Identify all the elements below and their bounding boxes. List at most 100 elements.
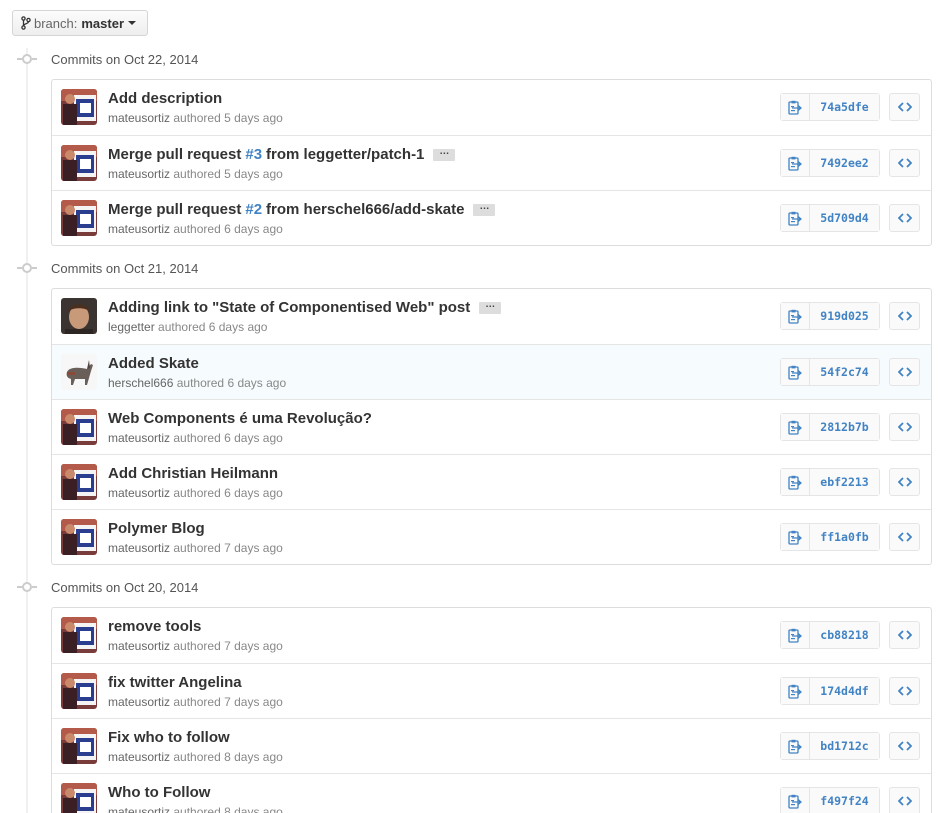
commit-row: Web Components é uma Revolução? mateusort… [52,399,931,454]
commit-author-link[interactable]: mateusortiz [108,639,170,653]
clipboard-icon[interactable] [781,303,810,329]
code-icon[interactable] [889,468,920,496]
commit-time: authored 6 days ago [173,431,283,445]
commit-message-link[interactable]: Add description [108,90,222,107]
code-icon[interactable] [889,149,920,177]
commit-meta: mateusortiz authored 7 days ago [108,695,283,709]
author-avatar[interactable] [61,409,97,445]
code-icon[interactable] [889,413,920,441]
commit-author-link[interactable]: mateusortiz [108,111,170,125]
commit-time: authored 7 days ago [173,639,283,653]
code-icon[interactable] [889,523,920,551]
commit-message-link[interactable]: from herschel666/add-skate [266,201,464,218]
commit-author-link[interactable]: mateusortiz [108,750,170,764]
clipboard-icon[interactable] [781,678,810,704]
commit-message-link[interactable]: Web Components é uma Revolução? [108,410,372,427]
code-icon[interactable] [889,621,920,649]
clipboard-icon[interactable] [781,788,810,813]
clipboard-icon[interactable] [781,94,810,120]
commit-author-link[interactable]: mateusortiz [108,222,170,236]
commit-author-link[interactable]: herschel666 [108,376,173,390]
commit-sha-link[interactable]: 2812b7b [810,414,879,440]
commit-author-link[interactable]: mateusortiz [108,486,170,500]
commit-author-link[interactable]: mateusortiz [108,805,170,813]
commit-time: authored 5 days ago [173,111,283,125]
sha-button-group: 54f2c74 [780,358,880,386]
code-icon[interactable] [889,204,920,232]
commit-message-link[interactable]: Fix who to follow [108,729,230,746]
code-icon[interactable] [889,358,920,386]
commit-sha-link[interactable]: ebf2213 [810,469,879,495]
clipboard-icon[interactable] [781,622,810,648]
commit-author-link[interactable]: mateusortiz [108,431,170,445]
commit-message-link[interactable]: Who to Follow [108,784,210,801]
clipboard-icon[interactable] [781,469,810,495]
commit-row: Polymer Blog mateusortiz authored 7 days … [52,509,931,564]
commit-sha-link[interactable]: 74a5dfe [810,94,879,120]
commit-message-link[interactable]: Merge pull request [108,201,241,218]
commit-sha-link[interactable]: 54f2c74 [810,359,879,385]
sha-button-group: ebf2213 [780,468,880,496]
commit-message-link[interactable]: Merge pull request [108,146,241,163]
code-icon[interactable] [889,302,920,330]
author-avatar[interactable] [61,464,97,500]
clipboard-icon[interactable] [781,205,810,231]
code-icon[interactable] [889,677,920,705]
commit-author-link[interactable]: mateusortiz [108,167,170,181]
clipboard-icon[interactable] [781,524,810,550]
commit-message-link[interactable]: remove tools [108,618,201,635]
author-avatar[interactable] [61,200,97,236]
commit-message-link[interactable]: Added Skate [108,355,199,372]
clipboard-icon[interactable] [781,733,810,759]
commit-sha-link[interactable]: bd1712c [810,733,879,759]
author-avatar[interactable] [61,298,97,334]
commit-author-link[interactable]: mateusortiz [108,541,170,555]
branch-name: master [81,15,125,31]
ellipsis-icon[interactable]: … [433,146,456,161]
author-avatar[interactable] [61,145,97,181]
commit-message-link[interactable]: Polymer Blog [108,520,205,537]
commit-author-link[interactable]: leggetter [108,320,155,334]
ellipsis-icon[interactable]: … [473,201,496,216]
author-avatar[interactable] [61,673,97,709]
clipboard-icon[interactable] [781,359,810,385]
sha-button-group: bd1712c [780,732,880,760]
commit-message-link[interactable]: Add Christian Heilmann [108,465,278,482]
commit-sha-link[interactable]: cb88218 [810,622,879,648]
sha-button-group: f497f24 [780,787,880,813]
commit-meta: mateusortiz authored 8 days ago [108,805,283,813]
author-avatar[interactable] [61,728,97,764]
commit-group-title: Commits on Oct 21, 2014 [51,260,199,276]
code-icon[interactable] [889,732,920,760]
caret-down-icon [128,21,137,25]
commit-title: Adding link to "State of Componentised W… [108,299,502,316]
author-avatar[interactable] [61,617,97,653]
commit-author-link[interactable]: mateusortiz [108,695,170,709]
commit-title: fix twitter Angelina [108,674,242,691]
commit-sha-link[interactable]: 5d709d4 [810,205,879,231]
commit-row: Add Christian Heilmann mateusortiz author… [52,454,931,509]
author-avatar[interactable] [61,354,97,390]
commit-sha-link[interactable]: 7492ee2 [810,150,879,176]
commit-sha-link[interactable]: f497f24 [810,788,879,813]
sha-button-group: ff1a0fb [780,523,880,551]
commit-title: Add description [108,90,222,107]
pull-request-link[interactable]: #3 [245,146,262,163]
author-avatar[interactable] [61,89,97,125]
commit-title: Merge pull request #2 from herschel666/a… [108,201,496,218]
commit-message-link[interactable]: from leggetter/patch-1 [266,146,424,163]
clipboard-icon[interactable] [781,414,810,440]
clipboard-icon[interactable] [781,150,810,176]
code-icon[interactable] [889,93,920,121]
commit-message-link[interactable]: Adding link to "State of Componentised W… [108,299,470,316]
commit-message-link[interactable]: fix twitter Angelina [108,674,242,691]
commit-sha-link[interactable]: 919d025 [810,303,879,329]
pull-request-link[interactable]: #2 [245,201,262,218]
commit-sha-link[interactable]: ff1a0fb [810,524,879,550]
code-icon[interactable] [889,787,920,813]
commit-sha-link[interactable]: 174d4df [810,678,879,704]
branch-select-button[interactable]: branch: master [12,10,148,36]
author-avatar[interactable] [61,783,97,813]
author-avatar[interactable] [61,519,97,555]
ellipsis-icon[interactable]: … [479,299,502,314]
